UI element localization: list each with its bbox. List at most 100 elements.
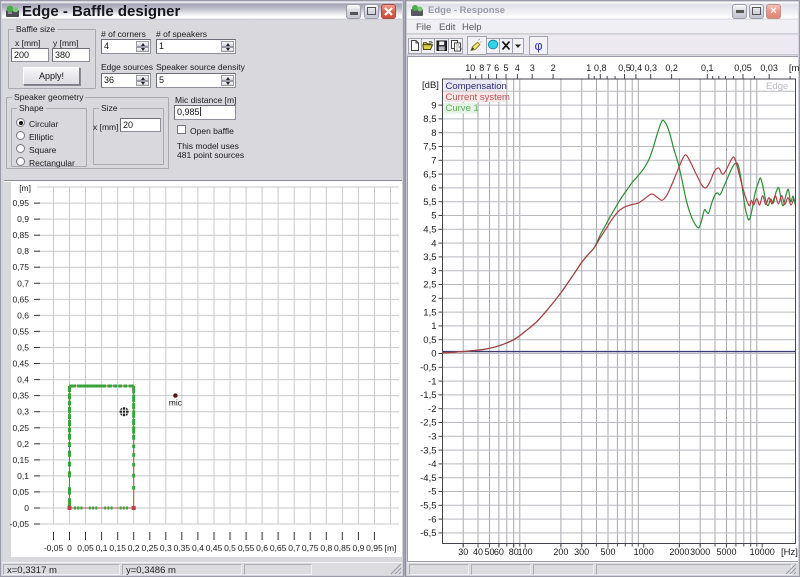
svg-text:0,25: 0,25 bbox=[142, 543, 159, 553]
svg-text:Edge: Edge bbox=[766, 81, 788, 92]
svg-text:0,65: 0,65 bbox=[12, 294, 29, 304]
svg-text:-6: -6 bbox=[428, 514, 436, 525]
svg-text:8,5: 8,5 bbox=[423, 114, 436, 125]
svg-text:0,15: 0,15 bbox=[12, 455, 29, 465]
svg-text:Compensation: Compensation bbox=[446, 81, 507, 92]
svg-text:0: 0 bbox=[431, 349, 436, 360]
svg-text:7,5: 7,5 bbox=[423, 142, 436, 153]
svg-text:0,1: 0,1 bbox=[96, 543, 108, 553]
svg-text:0,2: 0,2 bbox=[665, 63, 678, 73]
svg-text:5,5: 5,5 bbox=[423, 197, 436, 208]
svg-text:8: 8 bbox=[431, 128, 436, 139]
svg-text:0,55: 0,55 bbox=[238, 543, 255, 553]
svg-text:-2,5: -2,5 bbox=[420, 418, 436, 429]
svg-text:Curve 1: Curve 1 bbox=[446, 103, 479, 114]
svg-text:3: 3 bbox=[431, 266, 436, 277]
svg-text:0,3: 0,3 bbox=[644, 63, 657, 73]
svg-text:6: 6 bbox=[494, 63, 499, 73]
svg-text:-2: -2 bbox=[428, 404, 436, 415]
svg-text:60: 60 bbox=[494, 547, 504, 557]
svg-text:10000: 10000 bbox=[750, 547, 775, 557]
svg-text:-5: -5 bbox=[428, 487, 436, 498]
svg-text:0,3: 0,3 bbox=[17, 407, 29, 417]
svg-text:0,15: 0,15 bbox=[109, 543, 126, 553]
svg-text:0,4: 0,4 bbox=[192, 543, 204, 553]
svg-text:0,7: 0,7 bbox=[288, 543, 300, 553]
svg-text:1000: 1000 bbox=[634, 547, 654, 557]
svg-text:-6,5: -6,5 bbox=[420, 528, 436, 539]
svg-text:-1,5: -1,5 bbox=[420, 390, 436, 401]
svg-text:[Hz]: [Hz] bbox=[781, 547, 798, 558]
svg-text:0,75: 0,75 bbox=[12, 262, 29, 272]
svg-text:0,2: 0,2 bbox=[17, 439, 29, 449]
svg-text:0,25: 0,25 bbox=[12, 423, 29, 433]
svg-text:40: 40 bbox=[473, 547, 483, 557]
svg-text:-1: -1 bbox=[428, 376, 436, 387]
svg-text:0,03: 0,03 bbox=[760, 63, 778, 73]
svg-text:-4,5: -4,5 bbox=[420, 473, 436, 484]
svg-text:5000: 5000 bbox=[716, 547, 736, 557]
svg-text:0,9: 0,9 bbox=[17, 214, 29, 224]
svg-text:0,85: 0,85 bbox=[334, 543, 351, 553]
svg-text:7: 7 bbox=[486, 63, 491, 73]
svg-text:0,85: 0,85 bbox=[12, 230, 29, 240]
svg-text:-0,5: -0,5 bbox=[420, 363, 436, 374]
svg-text:mic: mic bbox=[169, 398, 183, 408]
svg-text:0,1: 0,1 bbox=[701, 63, 714, 73]
svg-text:1,5: 1,5 bbox=[423, 307, 436, 318]
svg-text:0,6: 0,6 bbox=[17, 310, 29, 320]
svg-text:100: 100 bbox=[518, 547, 533, 557]
svg-text:0,05: 0,05 bbox=[12, 487, 29, 497]
svg-text:[m]: [m] bbox=[19, 183, 31, 193]
svg-text:2000: 2000 bbox=[669, 547, 689, 557]
svg-text:0,35: 0,35 bbox=[12, 391, 29, 401]
svg-text:0: 0 bbox=[67, 543, 72, 553]
svg-text:6,5: 6,5 bbox=[423, 169, 436, 180]
svg-text:3000: 3000 bbox=[690, 547, 710, 557]
svg-text:4: 4 bbox=[431, 238, 436, 249]
svg-text:9: 9 bbox=[431, 100, 436, 111]
svg-text:4: 4 bbox=[515, 63, 520, 73]
svg-text:500: 500 bbox=[600, 547, 615, 557]
svg-text:30: 30 bbox=[458, 547, 468, 557]
svg-text:5: 5 bbox=[503, 63, 508, 73]
svg-text:0,3: 0,3 bbox=[160, 543, 172, 553]
svg-text:0: 0 bbox=[24, 503, 29, 513]
svg-text:300: 300 bbox=[574, 547, 589, 557]
svg-text:0,1: 0,1 bbox=[17, 471, 29, 481]
svg-text:0,8: 0,8 bbox=[320, 543, 332, 553]
svg-text:-4: -4 bbox=[428, 459, 436, 470]
svg-text:-5,5: -5,5 bbox=[420, 501, 436, 512]
svg-text:[m]: [m] bbox=[789, 63, 800, 74]
svg-text:0,95: 0,95 bbox=[12, 198, 29, 208]
svg-text:0,5: 0,5 bbox=[17, 343, 29, 353]
svg-text:2: 2 bbox=[431, 294, 436, 305]
svg-text:-3,5: -3,5 bbox=[420, 445, 436, 456]
svg-text:[m]: [m] bbox=[385, 543, 397, 553]
svg-text:2,5: 2,5 bbox=[423, 280, 436, 291]
svg-text:0,8: 0,8 bbox=[17, 246, 29, 256]
svg-text:0,05: 0,05 bbox=[77, 543, 94, 553]
svg-text:[dB]: [dB] bbox=[422, 80, 439, 91]
svg-text:0,55: 0,55 bbox=[12, 326, 29, 336]
svg-text:0,4: 0,4 bbox=[630, 63, 643, 73]
svg-text:200: 200 bbox=[553, 547, 568, 557]
svg-text:2: 2 bbox=[551, 63, 556, 73]
svg-text:0,5: 0,5 bbox=[423, 335, 436, 346]
svg-text:0,9: 0,9 bbox=[352, 543, 364, 553]
svg-text:0,45: 0,45 bbox=[206, 543, 223, 553]
svg-text:Current system: Current system bbox=[446, 92, 510, 103]
svg-text:-0,05: -0,05 bbox=[10, 519, 30, 529]
svg-text:4,5: 4,5 bbox=[423, 225, 436, 236]
svg-text:0,5: 0,5 bbox=[224, 543, 236, 553]
svg-text:1: 1 bbox=[431, 321, 436, 332]
svg-text:0,4: 0,4 bbox=[17, 375, 29, 385]
svg-text:7: 7 bbox=[431, 156, 436, 167]
svg-text:5: 5 bbox=[431, 211, 436, 222]
svg-text:0,75: 0,75 bbox=[302, 543, 319, 553]
svg-text:φ: φ bbox=[534, 39, 542, 53]
svg-text:0,95: 0,95 bbox=[366, 543, 383, 553]
svg-text:-0,05: -0,05 bbox=[44, 543, 64, 553]
svg-text:0,6: 0,6 bbox=[256, 543, 268, 553]
svg-text:0,2: 0,2 bbox=[128, 543, 140, 553]
